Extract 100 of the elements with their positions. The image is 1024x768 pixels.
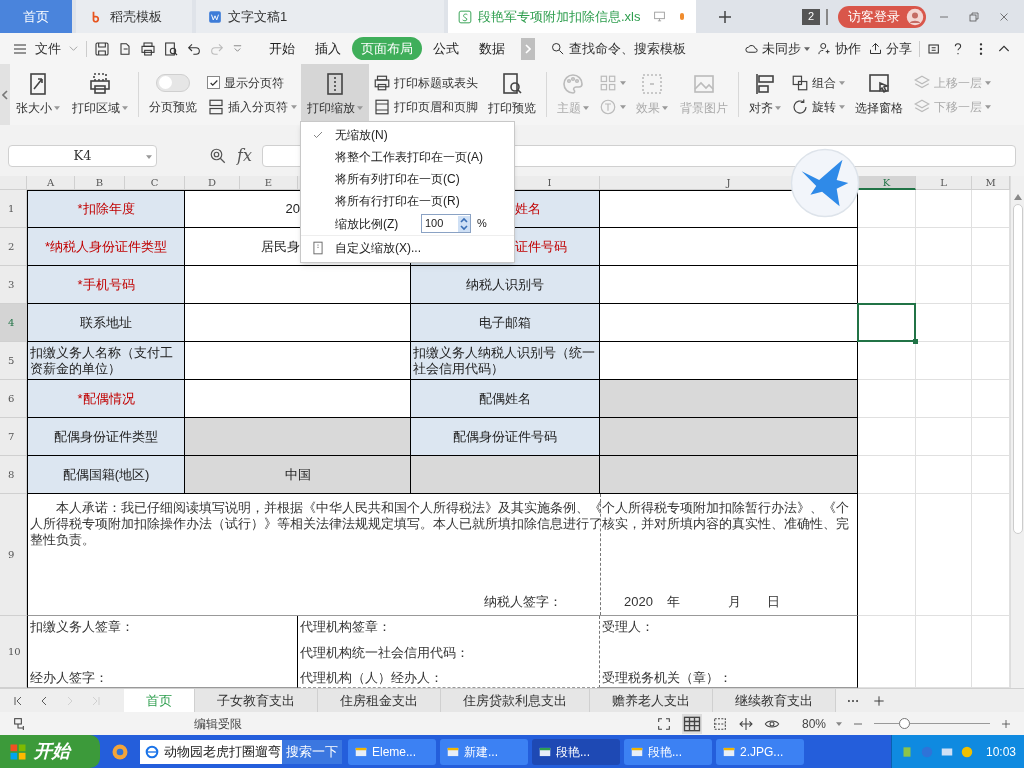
column-header[interactable]: L <box>916 176 972 190</box>
column-header[interactable]: A <box>27 176 75 190</box>
ribbon-button[interactable]: 选择窗格 <box>849 64 909 125</box>
command-search[interactable]: 查找命令、搜索模板 <box>569 38 686 59</box>
file-menu[interactable]: 文件 <box>35 38 61 59</box>
grid-cell[interactable] <box>858 494 916 616</box>
column-header[interactable]: K <box>858 176 916 190</box>
grid-cell[interactable] <box>972 456 1010 494</box>
window-count[interactable]: 2 <box>802 8 820 25</box>
ribbon-button[interactable]: 打印页眉和页脚 <box>373 97 478 116</box>
table-cell[interactable] <box>600 342 858 380</box>
grid-cell[interactable] <box>972 380 1010 418</box>
zoom-slider-thumb[interactable] <box>899 718 911 729</box>
grid-cell[interactable] <box>858 228 916 266</box>
menu-tab[interactable]: 公式 <box>424 37 468 60</box>
ribbon-button[interactable]: 打印标题或表头 <box>373 73 478 92</box>
sheet-tab[interactable]: 住房贷款利息支出 <box>441 688 590 713</box>
column-header[interactable]: M <box>972 176 1010 190</box>
close-icon[interactable] <box>998 10 1010 23</box>
table-cell[interactable]: 居民身 <box>261 238 300 255</box>
ribbon-button[interactable]: 插入分页符 <box>207 97 297 116</box>
grid-cell[interactable] <box>916 456 972 494</box>
ribbon-button[interactable]: 张大小 <box>10 64 66 125</box>
function-button[interactable]: fx <box>237 144 252 168</box>
grid-cell[interactable] <box>858 380 916 418</box>
grid-cell[interactable] <box>972 228 1010 266</box>
scroll-left-icon[interactable] <box>2 89 8 100</box>
reading-view-icon[interactable] <box>737 715 754 732</box>
grid-cell[interactable] <box>916 418 972 456</box>
table-cell[interactable] <box>185 266 411 304</box>
grid-cell[interactable] <box>972 190 1010 228</box>
taskbar-button[interactable]: 段艳... <box>624 738 712 765</box>
grid-cell[interactable] <box>858 616 916 688</box>
app-tab[interactable]: 首页 <box>0 0 72 33</box>
zoom-slider[interactable] <box>874 717 990 730</box>
first-sheet-icon[interactable] <box>12 694 24 707</box>
row-header[interactable]: 1 <box>0 190 27 228</box>
table-cell[interactable] <box>600 456 858 494</box>
edit-restricted-status[interactable]: 编辑受限 <box>194 714 242 733</box>
table-cell[interactable] <box>600 266 858 304</box>
grid-cell[interactable] <box>916 616 972 688</box>
toolbar-action[interactable]: 分享 <box>868 38 912 59</box>
restore-icon[interactable] <box>968 10 980 23</box>
app-tab[interactable]: 段艳军专项附加扣除信息.xls <box>448 0 696 33</box>
grid-cell[interactable] <box>858 456 916 494</box>
toolbar-action[interactable]: 协作 <box>817 38 861 59</box>
row-header[interactable]: 8 <box>0 456 27 494</box>
row-header[interactable]: 4 <box>0 304 27 342</box>
grid-cell[interactable] <box>916 494 972 616</box>
grid-cell[interactable] <box>972 266 1010 304</box>
save-icon[interactable] <box>94 40 110 57</box>
vertical-scrollbar[interactable] <box>1010 176 1024 688</box>
taskbar-button[interactable]: 新建... <box>440 738 528 765</box>
menu-tab[interactable]: 数据 <box>470 37 514 60</box>
menu-item[interactable]: 将整个工作表打印在一页(A) <box>301 146 514 168</box>
search-icon[interactable] <box>550 41 565 56</box>
menu-tab[interactable]: 插入 <box>306 37 350 60</box>
sheet-tab[interactable]: 住房租金支出 <box>318 688 441 713</box>
column-header[interactable]: J <box>726 176 731 190</box>
ribbon-button[interactable]: 旋转 <box>791 97 845 116</box>
menu-item[interactable]: 自定义缩放(X)... <box>301 236 514 260</box>
taskbar-button[interactable]: 2.JPG... <box>716 738 804 765</box>
column-header[interactable]: B <box>75 176 125 190</box>
row-header[interactable]: 2 <box>0 228 27 266</box>
ribbon-button[interactable]: 打印区域 <box>66 64 134 125</box>
selected-cell[interactable] <box>857 303 916 342</box>
table-cell[interactable] <box>185 418 411 456</box>
chevron-down-icon[interactable] <box>232 43 243 54</box>
name-box[interactable]: K4 <box>8 145 157 167</box>
ribbon-button[interactable]: 组合 <box>791 73 845 92</box>
column-header[interactable]: D <box>185 176 240 190</box>
zoom-in-icon[interactable] <box>1000 717 1012 730</box>
export-icon[interactable] <box>117 40 133 57</box>
grid-cell[interactable] <box>972 304 1010 342</box>
table-cell[interactable] <box>600 228 858 266</box>
grid-cell[interactable] <box>972 342 1010 380</box>
checkbox[interactable] <box>207 76 220 89</box>
grid-cell[interactable] <box>972 616 1010 688</box>
column-header[interactable]: C <box>125 176 185 190</box>
grid-cell[interactable] <box>972 418 1010 456</box>
ribbon-button[interactable]: 对齐 <box>743 64 787 125</box>
sheet-tab[interactable]: 赡养老人支出 <box>590 688 713 713</box>
table-cell[interactable] <box>600 380 858 418</box>
table-cell[interactable] <box>185 380 411 418</box>
search-button[interactable]: 搜索一下 <box>282 739 342 764</box>
fullscreen-icon[interactable] <box>655 715 672 732</box>
menu-item[interactable]: 无缩放(N) <box>301 124 514 146</box>
column-header[interactable]: E <box>240 176 298 190</box>
ribbon-button[interactable]: 打印预览 <box>482 64 542 125</box>
grid-cell[interactable] <box>916 304 972 342</box>
sheet-tab[interactable]: 继续教育支出 <box>713 688 836 713</box>
row-header[interactable]: 3 <box>0 266 27 304</box>
search-field[interactable]: 动物园老虎打圈遛弯 <box>140 739 282 764</box>
chevron-right-icon[interactable] <box>525 43 531 54</box>
page-break-view-icon[interactable] <box>711 715 728 732</box>
app-tab[interactable]: 稻壳模板 <box>76 0 192 33</box>
toolbar-action[interactable]: 未同步 <box>744 38 810 59</box>
grid-cell[interactable] <box>972 494 1010 616</box>
row-header[interactable]: 6 <box>0 380 27 418</box>
taskbar-button[interactable]: 段艳... <box>532 738 620 765</box>
